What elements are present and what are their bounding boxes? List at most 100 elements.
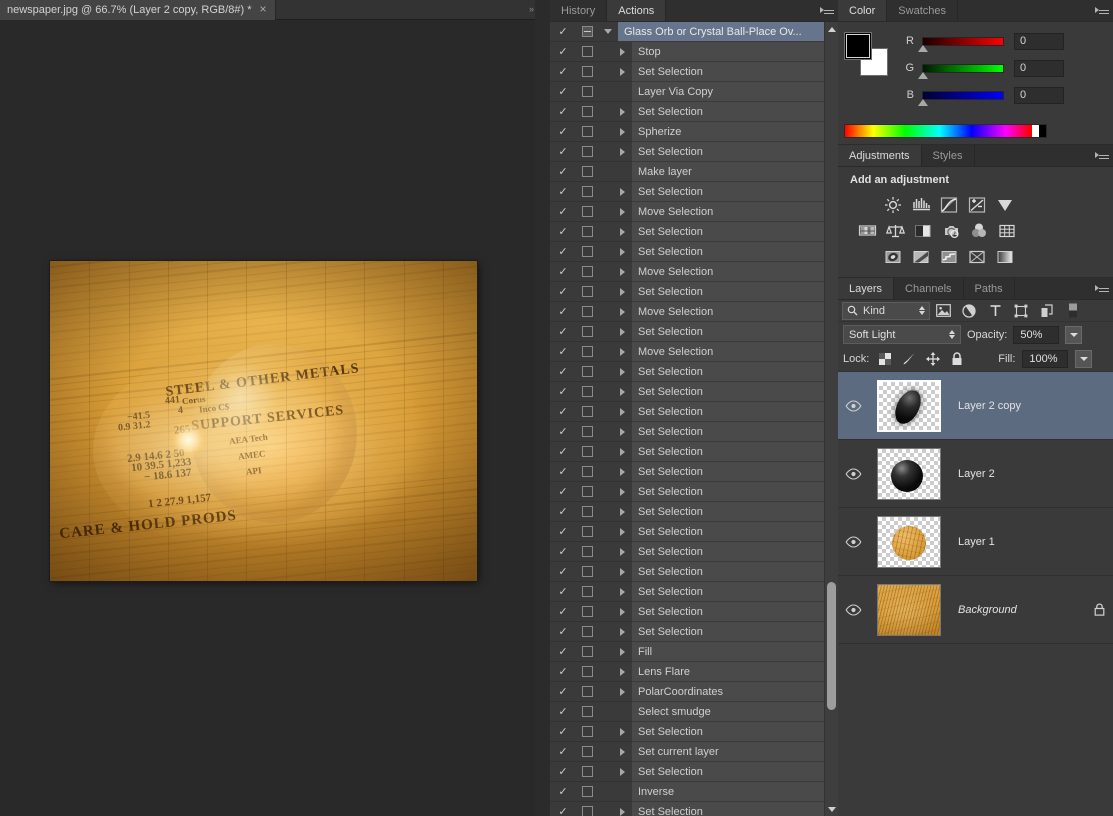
action-dialog-toggle[interactable] [576,166,598,177]
action-dialog-toggle[interactable] [576,106,598,117]
layer-list[interactable]: Layer 2 copy Layer 2 Layer 1 Background [838,372,1113,644]
tab-styles[interactable]: Styles [921,145,975,166]
action-dialog-toggle[interactable] [576,266,598,277]
blue-slider-knob[interactable] [918,98,928,106]
chevron-right-icon[interactable] [612,807,632,816]
action-row[interactable]: ✓ Set Selection [550,801,838,816]
action-dialog-toggle[interactable] [576,746,598,757]
action-row[interactable]: ✓ Select smudge [550,701,838,722]
action-row[interactable]: ✓ Set Selection [550,621,838,642]
chevron-right-icon[interactable] [612,487,632,496]
chevron-right-icon[interactable] [612,547,632,556]
chevron-right-icon[interactable] [612,507,632,516]
chevron-right-icon[interactable] [612,587,632,596]
action-row[interactable]: ✓ Set Selection [550,441,838,462]
eye-icon[interactable] [838,467,868,480]
blue-value-field[interactable]: 0 [1014,86,1064,104]
action-row[interactable]: ✓ Set Selection [550,321,838,342]
layer-name[interactable]: Background [950,604,1085,616]
action-row[interactable]: ✓ Set Selection [550,761,838,782]
chevron-right-icon[interactable] [612,467,632,476]
action-dialog-toggle[interactable] [576,806,598,816]
action-enabled-checkmark[interactable]: ✓ [550,202,576,222]
chevron-right-icon[interactable] [612,227,632,236]
photo-filter-icon[interactable] [940,221,962,241]
chevron-right-icon[interactable] [612,367,632,376]
action-dialog-toggle[interactable] [576,386,598,397]
action-enabled-checkmark[interactable]: ✓ [550,142,576,162]
green-slider-knob[interactable] [918,71,928,79]
chevron-down-icon[interactable] [598,29,618,34]
chevron-right-icon[interactable] [612,147,632,156]
type-filter-icon[interactable] [982,301,1008,321]
action-enabled-checkmark[interactable]: ✓ [550,702,576,722]
chevron-right-icon[interactable] [612,187,632,196]
red-slider-knob[interactable] [918,44,928,52]
lock-transparency-icon[interactable] [876,351,893,368]
color-lookup-icon[interactable] [996,221,1018,241]
action-row[interactable]: ✓ Stop [550,41,838,62]
action-dialog-toggle[interactable] [576,306,598,317]
lock-image-icon[interactable] [900,351,917,368]
action-dialog-toggle[interactable] [576,426,598,437]
action-dialog-toggle[interactable] [576,66,598,77]
tab-channels[interactable]: Channels [894,278,964,299]
action-enabled-checkmark[interactable]: ✓ [550,362,576,382]
scroll-up-icon[interactable] [825,22,838,36]
chevron-right-icon[interactable] [612,447,632,456]
exposure-icon[interactable] [966,195,988,215]
action-enabled-checkmark[interactable]: ✓ [550,442,576,462]
chevron-right-icon[interactable] [612,287,632,296]
panel-menu-icon[interactable] [1095,150,1109,162]
action-row[interactable]: ✓ Layer Via Copy [550,81,838,102]
chevron-right-icon[interactable] [612,607,632,616]
action-enabled-checkmark[interactable]: ✓ [550,502,576,522]
chevron-right-icon[interactable] [612,667,632,676]
chevron-right-icon[interactable] [612,307,632,316]
action-dialog-toggle[interactable] [576,226,598,237]
brightness-contrast-icon[interactable] [882,195,904,215]
black-white-icon[interactable] [912,221,934,241]
action-row[interactable]: ✓ Move Selection [550,201,838,222]
fill-value-field[interactable]: 100% [1022,350,1069,368]
action-enabled-checkmark[interactable]: ✓ [550,302,576,322]
chevron-right-icon[interactable] [612,407,632,416]
vibrance-icon[interactable] [994,195,1016,215]
action-dialog-toggle[interactable] [576,246,598,257]
action-dialog-toggle[interactable] [576,546,598,557]
green-slider[interactable] [918,63,1004,79]
action-row[interactable]: ✓ Set current layer [550,741,838,762]
filter-toggle-icon[interactable] [1060,301,1086,321]
document-canvas[interactable]: STEEL & OTHER METALS SUPPORT SERVICES CA… [50,261,477,581]
expand-panels-icon[interactable]: » [529,4,534,14]
action-dialog-toggle[interactable] [576,506,598,517]
action-row[interactable]: ✓ Set Selection [550,61,838,82]
chevron-right-icon[interactable] [612,567,632,576]
opacity-value-field[interactable]: 50% [1013,325,1060,344]
action-dialog-toggle[interactable] [576,146,598,157]
action-row[interactable]: ✓ Move Selection [550,341,838,362]
layer-thumbnail[interactable] [868,583,950,636]
action-dialog-toggle[interactable] [576,666,598,677]
chevron-right-icon[interactable] [612,387,632,396]
action-enabled-checkmark[interactable]: ✓ [550,82,576,102]
action-dialog-toggle[interactable] [576,566,598,577]
action-enabled-checkmark[interactable]: ✓ [550,382,576,402]
action-dialog-toggle[interactable] [576,346,598,357]
chevron-right-icon[interactable] [612,47,632,56]
eye-icon[interactable] [838,399,868,412]
blue-slider[interactable] [918,90,1004,106]
action-row[interactable]: ✓ Set Selection [550,561,838,582]
chevron-right-icon[interactable] [612,127,632,136]
lock-all-icon[interactable] [948,351,965,368]
chevron-right-icon[interactable] [612,327,632,336]
action-dialog-toggle[interactable] [576,766,598,777]
action-dialog-toggle[interactable] [576,46,598,57]
action-row[interactable]: ✓ Set Selection [550,461,838,482]
chevron-right-icon[interactable] [612,207,632,216]
adjustment-filter-icon[interactable] [956,301,982,321]
action-dialog-toggle[interactable] [576,486,598,497]
eye-icon[interactable] [838,535,868,548]
canvas-workspace[interactable]: STEEL & OTHER METALS SUPPORT SERVICES CA… [0,20,535,816]
chevron-right-icon[interactable] [612,347,632,356]
